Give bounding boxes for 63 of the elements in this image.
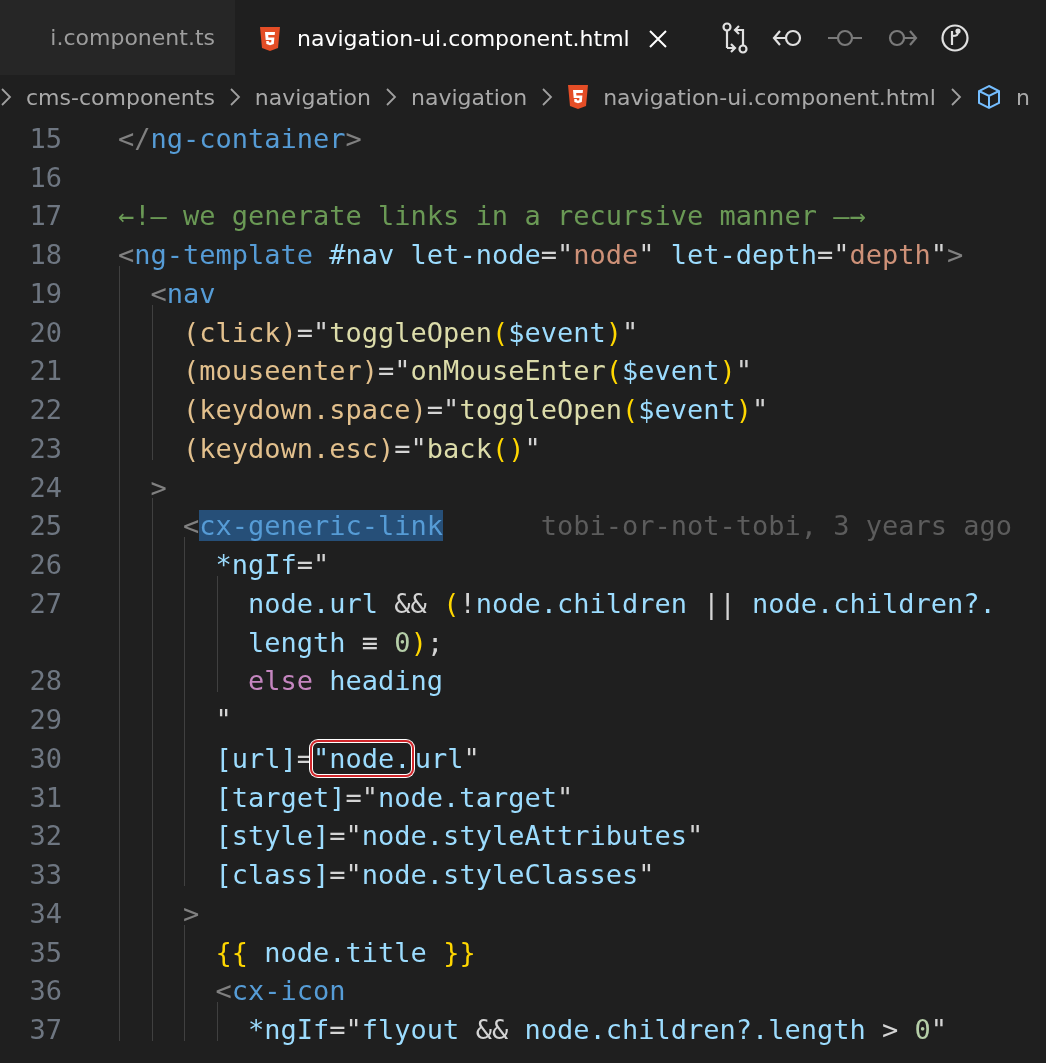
code-line: {{ node.title }} [214, 936, 476, 968]
breadcrumb-item[interactable]: navigation [254, 84, 371, 110]
editor-tab[interactable]: i.component.ts [0, 0, 235, 75]
chevron-right-icon [949, 87, 962, 107]
line-number: 35 [28, 936, 62, 968]
chevron-right-icon [228, 87, 241, 107]
line-number: 36 [28, 975, 62, 1007]
line-number: 28 [28, 665, 62, 697]
code-line: node.url && (!node.children || node.children?. [247, 587, 996, 619]
html-file-icon [259, 26, 281, 51]
code-line: > [149, 471, 167, 503]
line-number: 16 [28, 161, 62, 193]
line-number: 30 [28, 742, 62, 774]
code-line: ←!— we generate links in a recursive manner —→ [118, 200, 866, 232]
code-line: [style]="node.styleAttributes" [214, 820, 704, 852]
line-number: 37 [28, 1014, 62, 1046]
code-line: (click)="toggleOpen($event)" [182, 316, 639, 348]
line-number: 27 [28, 587, 62, 619]
code-line: " [214, 704, 232, 736]
line-number: 15 [28, 122, 62, 154]
line-number: 33 [28, 859, 62, 891]
code-line: <cx-generic-link [182, 510, 444, 542]
chevron-right-icon [385, 87, 397, 107]
line-number: 32 [28, 820, 62, 852]
code-line: (keydown.space)="toggleOpen($event)" [182, 394, 769, 426]
line-number: 26 [28, 549, 62, 581]
breadcrumb-item[interactable]: n [1015, 84, 1030, 110]
line-number: 31 [28, 781, 62, 813]
code-line: </ng-container> [118, 122, 362, 154]
code-line: [target]="node.target" [214, 781, 574, 813]
chevron-right-icon [0, 87, 12, 107]
chevron-right-icon [541, 87, 554, 107]
line-number: 25 [28, 510, 62, 542]
line-number: 21 [28, 355, 62, 387]
html-file-icon [567, 85, 590, 109]
code-line: else heading [247, 665, 444, 697]
compare-changes-icon[interactable] [719, 21, 750, 54]
line-number: 17 [28, 200, 62, 232]
cube-icon [975, 84, 1002, 110]
line-number: 23 [28, 432, 62, 464]
line-number: 20 [28, 316, 62, 348]
line-number: 22 [28, 394, 62, 426]
code-line: <nav [149, 277, 216, 309]
blame-annotation: tobi-or-not-tobi, 3 years ago [540, 510, 1013, 542]
code-line: <cx-icon [214, 975, 346, 1007]
code-line: <ng-template #nav let-node="node" let-depth="depth"> [118, 239, 964, 271]
line-number: 18 [28, 239, 62, 271]
line-number: 29 [28, 704, 62, 736]
breadcrumb-item[interactable]: cms-components [26, 84, 215, 110]
code-line: > [182, 897, 200, 929]
code-line: *ngIf=" [214, 549, 330, 581]
line-number: 24 [28, 471, 62, 503]
code-line: *ngIf="flyout && node.children?.length > 0" [247, 1014, 948, 1046]
editor-tab[interactable]: navigation-ui.component.html [235, 0, 696, 75]
code-line: (keydown.esc)="back()" [182, 432, 541, 464]
git-graph-icon[interactable] [939, 22, 970, 53]
breadcrumb-item[interactable]: navigation-ui.component.html [603, 84, 936, 110]
code-line: length ≡ 0); [247, 626, 444, 658]
code-line: (mouseenter)="onMouseEnter($event)" [182, 355, 753, 387]
line-number: 34 [28, 897, 62, 929]
line-number: 19 [28, 277, 62, 309]
code-line: [class]="node.styleClasses" [214, 859, 655, 891]
breadcrumb-item[interactable]: navigation [411, 84, 528, 110]
